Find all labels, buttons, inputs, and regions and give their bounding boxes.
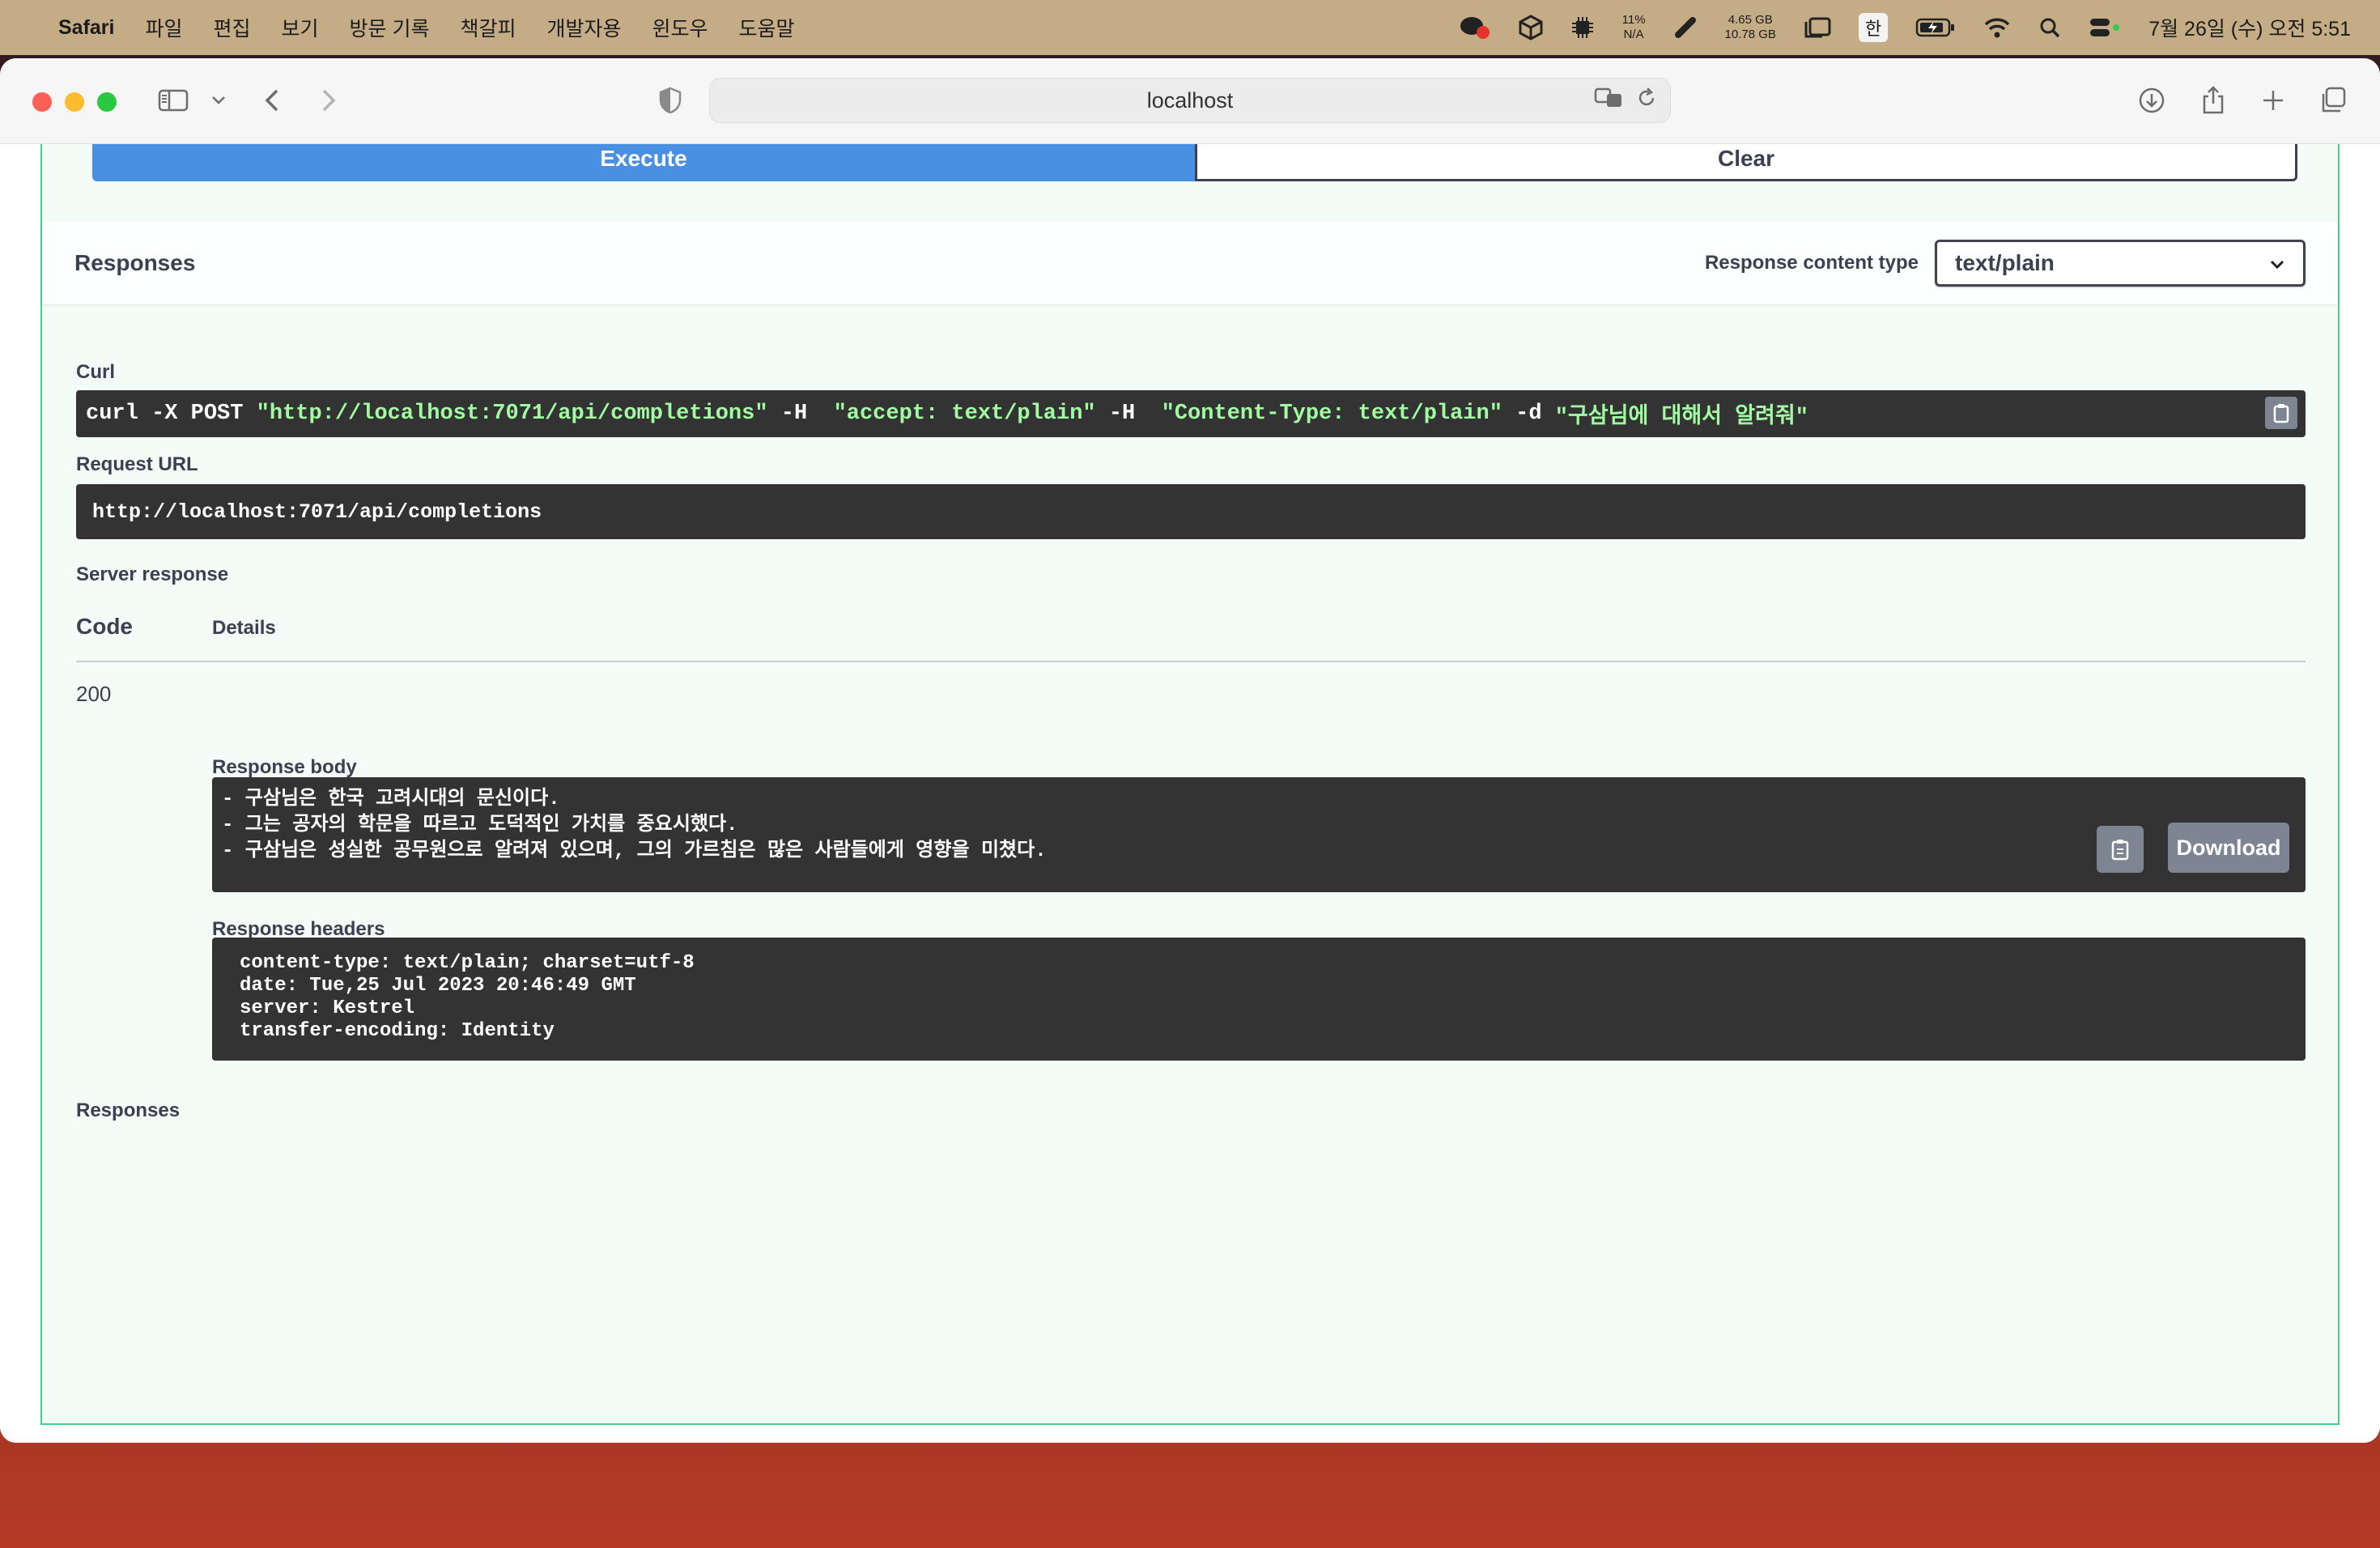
chat-bubble-icon[interactable]	[1459, 15, 1491, 40]
curl-part: -H	[767, 402, 834, 426]
back-arrow-icon[interactable]	[254, 83, 290, 118]
curl-content-type-header: "Content-Type: text/plain"	[1161, 402, 1502, 426]
menu-bookmarks[interactable]: 책갈피	[460, 13, 516, 42]
copy-curl-icon[interactable]	[2265, 397, 2297, 429]
request-url-label: Request URL	[76, 453, 198, 475]
responses-header: Responses Response content type text/pla…	[42, 222, 2338, 304]
chevron-down-icon[interactable]	[201, 83, 236, 118]
close-window-button[interactable]	[32, 92, 52, 112]
input-method-indicator[interactable]: 한	[1858, 13, 1889, 42]
privacy-shield-icon[interactable]	[652, 83, 688, 118]
response-body-line: - 구삼님은 성실한 공무원으로 알려져 있으며, 그의 가르침은 많은 사람들…	[222, 840, 1047, 862]
response-body-label: Response body	[212, 756, 357, 778]
battery-icon[interactable]	[1915, 17, 1956, 38]
response-body: - 구삼님은 한국 고려시대의 문신이다. - 그는 공자의 학문을 따르고 도…	[212, 777, 2306, 892]
response-header-line: content-type: text/plain; charset=utf-8	[240, 952, 695, 974]
cube-icon[interactable]	[1519, 15, 1543, 40]
zoom-window-button[interactable]	[97, 92, 117, 112]
translate-icon[interactable]	[1594, 87, 1625, 115]
response-header-line: date: Tue,25 Jul 2023 20:46:49 GMT	[240, 975, 636, 997]
copy-response-icon[interactable]	[2097, 826, 2144, 873]
chevron-down-icon	[2269, 250, 2285, 276]
share-icon[interactable]	[2195, 83, 2231, 118]
execute-button[interactable]: Execute	[92, 144, 1195, 181]
memory-icon[interactable]	[1673, 15, 1698, 40]
menu-window[interactable]: 윈도우	[652, 13, 708, 42]
response-content-type-select[interactable]: text/plain	[1935, 240, 2306, 287]
code-column-header: Code	[76, 614, 133, 639]
reload-icon[interactable]	[1636, 87, 1657, 115]
minimize-window-button[interactable]	[65, 92, 84, 112]
downloads-icon[interactable]	[2134, 83, 2170, 118]
curl-label: Curl	[76, 361, 115, 383]
response-body-line: - 그는 공자의 학문을 따르고 도덕적인 가치를 중요시했다.	[222, 814, 738, 836]
responses-label: Responses	[76, 1099, 181, 1121]
response-status-code: 200	[76, 682, 112, 706]
browser-toolbar: localhost	[0, 58, 2380, 144]
window-controls	[32, 92, 117, 112]
curl-part: curl -X POST	[86, 402, 257, 426]
responses-title: Responses	[74, 250, 196, 275]
new-tab-icon[interactable]	[2255, 83, 2291, 118]
wifi-icon[interactable]	[1983, 17, 2011, 38]
cpu-chip-icon[interactable]	[1570, 15, 1595, 40]
address-text: localhost	[1146, 87, 1234, 113]
curl-command[interactable]: curl -X POST "http://localhost:7071/api/…	[76, 390, 2306, 437]
address-bar[interactable]: localhost	[709, 78, 1671, 123]
response-content-type-value: text/plain	[1955, 250, 2055, 275]
response-header-line: transfer-encoding: Identity	[240, 1020, 555, 1042]
spotlight-search-icon[interactable]	[2038, 16, 2061, 39]
clock[interactable]: 7월 26일 (수) 오전 5:51	[2148, 13, 2351, 42]
stage-manager-icon[interactable]	[1804, 15, 1831, 40]
cpu-stats[interactable]: 11% N/A	[1622, 13, 1646, 42]
cpu-usage: 11%	[1621, 13, 1646, 27]
memory-used: 4.65 GB	[1728, 13, 1773, 27]
forward-arrow-icon[interactable]	[311, 83, 346, 118]
curl-part: -H	[1095, 402, 1162, 426]
memory-total: 10.78 GB	[1724, 28, 1776, 41]
divider	[76, 661, 2306, 662]
response-headers: content-type: text/plain; charset=utf-8 …	[212, 938, 2306, 1061]
menu-file[interactable]: 파일	[145, 13, 182, 42]
menu-help[interactable]: 도움말	[739, 13, 795, 42]
menu-bar: Safari 파일 편집 보기 방문 기록 책갈피 개발자용 윈도우 도움말 1…	[0, 0, 2380, 55]
download-button[interactable]: Download	[2168, 823, 2289, 873]
safari-window: localhost Execute Clear Responses Respon…	[0, 58, 2380, 1443]
curl-part: -d	[1502, 402, 1555, 426]
menu-develop[interactable]: 개발자용	[547, 13, 622, 42]
details-column-header: Details	[212, 617, 276, 639]
curl-data: "구삼님에 대해서 알려줘"	[1554, 406, 1808, 430]
clear-button[interactable]: Clear	[1195, 144, 2297, 181]
response-content-type-label: Response content type	[1704, 252, 1919, 274]
tab-overview-icon[interactable]	[2315, 83, 2351, 118]
server-response-label: Server response	[76, 563, 229, 585]
request-url: http://localhost:7071/api/completions	[76, 484, 2306, 539]
menu-view[interactable]: 보기	[282, 13, 319, 42]
sidebar-toggle-icon[interactable]	[155, 83, 191, 118]
menu-history[interactable]: 방문 기록	[350, 13, 430, 42]
memory-stats[interactable]: 4.65 GB 10.78 GB	[1725, 13, 1776, 42]
cpu-temp: N/A	[1623, 28, 1644, 41]
operation-block: Execute Clear Responses Response content…	[40, 144, 2340, 1425]
curl-accept-header: "accept: text/plain"	[833, 402, 1096, 426]
curl-url: "http://localhost:7071/api/completions"	[256, 402, 768, 426]
control-center-icon[interactable]	[2089, 16, 2121, 39]
menu-app-safari[interactable]: Safari	[58, 16, 114, 40]
response-header-line: server: Kestrel	[240, 997, 415, 1019]
menu-edit[interactable]: 편집	[214, 13, 251, 42]
page-content: Execute Clear Responses Response content…	[0, 144, 2380, 1443]
response-body-line: - 구삼님은 한국 고려시대의 문신이다.	[222, 789, 560, 810]
